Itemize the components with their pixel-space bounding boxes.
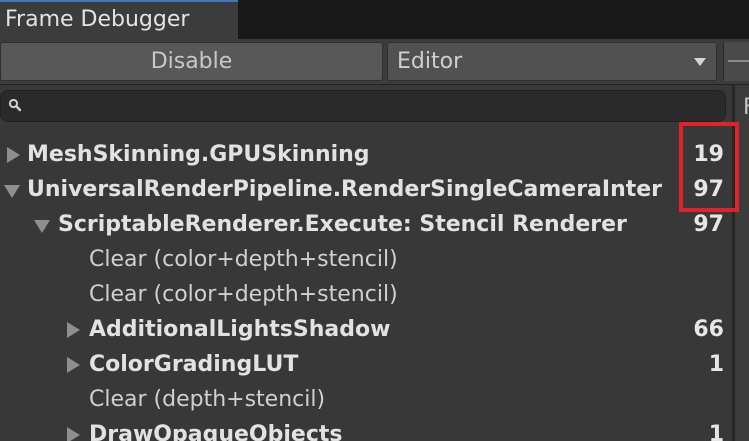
tab-strip: Frame Debugger bbox=[0, 0, 749, 39]
tree-row[interactable]: ScriptableRenderer.Execute: Stencil Rend… bbox=[0, 208, 730, 243]
expand-arrow-icon[interactable] bbox=[62, 418, 82, 441]
expand-arrow-icon[interactable] bbox=[62, 313, 82, 348]
tree-row[interactable]: AdditionalLightsShadow 66 bbox=[0, 313, 730, 348]
details-panel-header-text: F bbox=[743, 95, 749, 120]
tree-row-count: 97 bbox=[693, 212, 724, 237]
search-bar bbox=[0, 90, 726, 122]
collapse-arrow-icon[interactable] bbox=[32, 208, 52, 243]
expand-arrow-icon[interactable] bbox=[2, 138, 22, 173]
target-dropdown[interactable]: Editor bbox=[387, 42, 717, 81]
tree-row-count: 1 bbox=[708, 422, 724, 441]
event-tree: MeshSkinning.GPUSkinning 19 UniversalRen… bbox=[0, 138, 730, 441]
tree-row-count: 66 bbox=[693, 317, 724, 342]
tree-row-label: ScriptableRenderer.Execute: Stencil Rend… bbox=[58, 212, 627, 237]
tree-row-label: Clear (depth+stencil) bbox=[89, 387, 326, 412]
tree-row[interactable]: MeshSkinning.GPUSkinning 19 bbox=[0, 138, 730, 173]
tree-row-count: 1 bbox=[708, 352, 724, 377]
tree-row-label: UniversalRenderPipeline.RenderSingleCame… bbox=[27, 177, 663, 202]
tree-row-label: ColorGradingLUT bbox=[89, 352, 299, 377]
toolbar-overflow-control[interactable] bbox=[723, 42, 749, 81]
highlight-annotation-box bbox=[679, 122, 739, 212]
collapse-arrow-icon[interactable] bbox=[2, 173, 22, 208]
tree-row[interactable]: DrawOpaqueObjects 1 bbox=[0, 418, 730, 441]
tree-row-label: Clear (color+depth+stencil) bbox=[89, 282, 398, 307]
tree-row[interactable]: Clear (color+depth+stencil) bbox=[0, 243, 730, 278]
search-input[interactable] bbox=[29, 93, 723, 121]
toolbar: Disable Editor bbox=[0, 39, 749, 85]
target-dropdown-value: Editor bbox=[397, 49, 463, 74]
tree-row[interactable]: ColorGradingLUT 1 bbox=[0, 348, 730, 383]
tree-row-label: MeshSkinning.GPUSkinning bbox=[27, 142, 370, 167]
chevron-down-icon bbox=[694, 58, 706, 66]
frame-debugger-window: Frame Debugger Disable Editor F MeshSkin… bbox=[0, 0, 749, 441]
tree-row[interactable]: UniversalRenderPipeline.RenderSingleCame… bbox=[0, 173, 730, 208]
tab-frame-debugger[interactable]: Frame Debugger bbox=[0, 0, 238, 39]
tab-title: Frame Debugger bbox=[5, 7, 190, 32]
tree-row-label: AdditionalLightsShadow bbox=[89, 317, 391, 342]
tree-row[interactable]: Clear (depth+stencil) bbox=[0, 383, 730, 418]
tree-row-label: DrawOpaqueObjects bbox=[89, 422, 343, 441]
expand-arrow-icon[interactable] bbox=[62, 348, 82, 383]
tree-row[interactable]: Clear (color+depth+stencil) bbox=[0, 278, 730, 313]
tree-row-label: Clear (color+depth+stencil) bbox=[89, 247, 398, 272]
search-icon bbox=[7, 97, 25, 115]
disable-button[interactable]: Disable bbox=[0, 42, 383, 81]
